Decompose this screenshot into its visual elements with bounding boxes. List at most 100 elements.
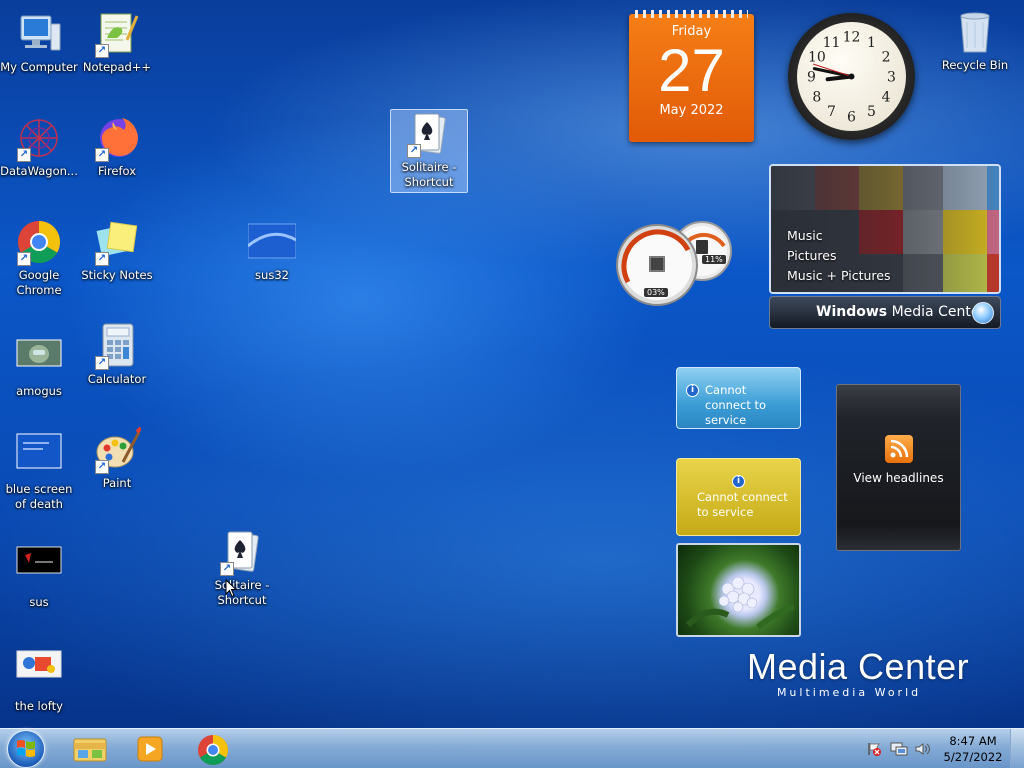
weather-gadget[interactable]: i Cannot connect to service <box>676 367 801 429</box>
media-menu-music[interactable]: Music <box>787 226 891 246</box>
clock-number: 1 <box>867 35 876 51</box>
mouse-cursor-icon <box>225 578 238 602</box>
slideshow-gadget[interactable] <box>676 543 801 637</box>
icon-label: Firefox <box>97 164 137 178</box>
clock-face: 12 1 2 3 4 5 6 7 8 9 10 11 <box>797 22 906 131</box>
windows-logo-icon <box>17 740 35 757</box>
icon-label: amogus <box>16 384 62 398</box>
currency-gadget[interactable]: i Cannot connect to service <box>676 458 801 536</box>
firefox-icon: ↗ <box>93 114 141 162</box>
sticky-notes-icon: ↗ <box>93 218 141 266</box>
clock-number: 2 <box>882 50 891 66</box>
icon-label: My Computer <box>0 60 78 74</box>
cpu-meter-gadget[interactable]: 03% 11% <box>616 210 746 310</box>
shortcut-arrow-icon: ↗ <box>220 562 234 576</box>
icon-label: Paint <box>102 476 132 490</box>
computer-icon <box>15 10 63 58</box>
image-file-icon <box>247 218 297 266</box>
desktop-icon-my-computer[interactable]: My Computer <box>0 10 78 75</box>
start-button[interactable] <box>7 730 45 768</box>
desktop-icon-the-lofty[interactable]: the lofty <box>0 649 78 714</box>
taskbar: 8:47 AM 5/27/2022 <box>0 728 1024 768</box>
chrome-icon: ↗ <box>15 218 63 266</box>
taskbar-media-player[interactable] <box>120 731 180 767</box>
icon-label: the lofty <box>15 699 63 713</box>
recycle-bin-icon <box>951 8 999 56</box>
clock-gadget[interactable]: 12 1 2 3 4 5 6 7 8 9 10 11 <box>788 13 915 140</box>
clock-number: 7 <box>827 104 836 120</box>
notepadpp-icon: ↗ <box>93 10 141 58</box>
media-center-gadget[interactable]: Music Pictures Music + Pictures Windows … <box>769 164 1001 329</box>
desktop-icon-firefox[interactable]: ↗ Firefox <box>78 114 156 179</box>
shortcut-arrow-icon: ↗ <box>17 148 31 162</box>
chrome-icon <box>198 735 229 766</box>
clock-center-pin <box>848 73 855 80</box>
feed-headlines-gadget[interactable]: View headlines <box>836 384 961 551</box>
datawagon-icon: ↗ <box>15 114 63 162</box>
taskbar-time: 8:47 AM <box>949 734 997 748</box>
media-center-brand-bold: Windows <box>816 304 888 320</box>
desktop-icon-solitaire-shortcut[interactable]: ↗ Solitaire - Shortcut <box>203 528 281 608</box>
desktop-icon-bsod[interactable]: blue screen of death <box>0 432 78 512</box>
taskbar-chrome[interactable] <box>183 731 243 767</box>
image-file-icon <box>15 334 63 382</box>
icon-label: blue screen of death <box>5 482 73 511</box>
icon-label: Sticky Notes <box>81 268 153 282</box>
icon-label: Notepad++ <box>82 60 152 74</box>
desktop-icon-sus[interactable]: sus <box>0 545 78 610</box>
desktop-icon-recycle-bin[interactable]: Recycle Bin <box>936 8 1014 73</box>
windows-explorer-icon <box>73 738 107 762</box>
rss-icon <box>884 435 913 463</box>
shortcut-arrow-icon: ↗ <box>95 460 109 474</box>
shortcut-arrow-icon: ↗ <box>95 252 109 266</box>
media-center-brand-rest: Media Center <box>887 304 986 320</box>
desktop-icon-notepadpp[interactable]: ↗ Notepad++ <box>78 10 156 75</box>
tray-network-icon[interactable] <box>890 741 908 761</box>
icon-label: Calculator <box>87 372 147 386</box>
clock-minute-hand <box>812 67 853 78</box>
memory-usage-label: 11% <box>702 255 726 264</box>
calendar-gadget[interactable]: Friday 27 May 2022 <box>629 10 754 142</box>
desktop-icon-calculator[interactable]: ↗ Calculator <box>78 322 156 387</box>
clock-number: 10 <box>808 50 826 66</box>
hydrangea-photo <box>685 576 795 630</box>
clock-number: 12 <box>843 30 861 46</box>
desktop-icon-sus32[interactable]: sus32 <box>233 218 311 283</box>
desktop[interactable]: My Computer ↗ DataWagon... ↗ Google Chro… <box>0 0 1024 728</box>
desktop-icon-google-chrome[interactable]: ↗ Google Chrome <box>0 218 78 298</box>
taskbar-clock[interactable]: 8:47 AM 5/27/2022 <box>942 733 1004 765</box>
media-center-launch-bar[interactable]: Windows Media Center <box>769 296 1001 329</box>
image-file-icon <box>15 649 63 697</box>
media-menu-music-pictures[interactable]: Music + Pictures <box>787 266 891 286</box>
desktop-icon-paint[interactable]: ↗ Paint <box>78 426 156 491</box>
taskbar-windows-explorer[interactable] <box>60 731 120 767</box>
view-headlines-link[interactable]: View headlines <box>837 471 960 485</box>
info-icon: i <box>686 384 699 397</box>
icon-label: Google Chrome <box>16 268 62 297</box>
media-center-tiles: Music Pictures Music + Pictures <box>769 164 1001 294</box>
icon-label: sus32 <box>255 268 289 282</box>
desktop-icon-datawagon[interactable]: ↗ DataWagon... <box>0 114 78 179</box>
clock-number: 5 <box>867 104 876 120</box>
shortcut-arrow-icon: ↗ <box>95 148 109 162</box>
desktop-icon-amogus[interactable]: amogus <box>0 334 78 399</box>
tray-volume-icon[interactable] <box>914 741 932 761</box>
desktop-icon-sticky-notes[interactable]: ↗ Sticky Notes <box>78 218 156 283</box>
solitaire-icon: ↗ <box>405 110 453 158</box>
calculator-icon: ↗ <box>93 322 141 370</box>
clock-number: 4 <box>882 90 891 106</box>
icon-label: Solitaire - Shortcut <box>214 578 270 607</box>
desktop-icon-solitaire-shortcut-selected[interactable]: ↗ Solitaire - Shortcut <box>390 109 468 193</box>
calendar-month-year: May 2022 <box>659 103 724 118</box>
show-desktop-button[interactable] <box>1010 729 1024 768</box>
clock-number: 6 <box>847 110 856 126</box>
icon-label: sus <box>29 595 49 609</box>
media-menu-pictures[interactable]: Pictures <box>787 246 891 266</box>
image-file-icon <box>15 432 63 480</box>
paint-icon: ↗ <box>93 426 143 474</box>
clock-number: 11 <box>823 35 841 51</box>
cpu-usage-label: 03% <box>644 288 668 297</box>
shortcut-arrow-icon: ↗ <box>407 144 421 158</box>
tray-action-center-icon[interactable] <box>866 741 882 761</box>
clock-number: 8 <box>812 90 821 106</box>
